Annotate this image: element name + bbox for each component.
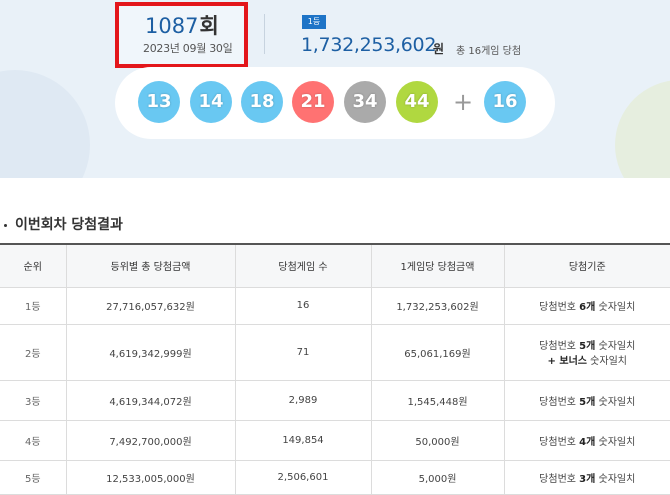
cell-per-game: 50,000원: [371, 420, 505, 461]
bullet-icon: [4, 223, 7, 227]
number-ball: 18: [241, 81, 283, 123]
table-row: 2등 4,619,342,999원 71 65,061,169원 당첨번호 5개…: [0, 324, 670, 381]
number-ball: 44: [396, 81, 438, 123]
cell-per-game: 65,061,169원: [371, 324, 505, 381]
cell-total: 7,492,700,000원: [66, 420, 236, 461]
draw-date: 2023년 09월 30일: [143, 42, 233, 55]
table-row: 1등 27,716,057,632원 16 1,732,253,602원 당첨번…: [0, 287, 670, 325]
cell-total: 4,619,344,072원: [66, 380, 236, 421]
round-number: 1087회: [145, 14, 219, 38]
decorative-circle: [615, 80, 670, 178]
prize-unit: 원: [433, 42, 445, 56]
number-ball: 13: [138, 81, 180, 123]
cell-criteria: 당첨번호 5개 숫자일치: [504, 380, 670, 421]
header-rank: 순위: [0, 243, 67, 288]
table-row: 4등 7,492,700,000원 149,854 50,000원 당첨번호 4…: [0, 420, 670, 461]
cell-total: 27,716,057,632원: [66, 287, 236, 325]
cell-criteria: 당첨번호 6개 숫자일치: [504, 287, 670, 325]
cell-criteria: 당첨번호 4개 숫자일치: [504, 420, 670, 461]
table-row: 3등 4,619,344,072원 2,989 1,545,448원 당첨번호 …: [0, 380, 670, 421]
cell-games: 16: [235, 287, 372, 325]
cell-per-game: 1,545,448원: [371, 380, 505, 421]
rank-badge: 1등: [302, 15, 326, 29]
cell-games: 149,854: [235, 420, 372, 461]
cell-rank: 1등: [0, 287, 67, 325]
divider: [264, 14, 265, 54]
winners-count: 총 16게임 당첨: [456, 46, 522, 57]
number-ball: 14: [190, 81, 232, 123]
cell-criteria: 당첨번호 5개 숫자일치 + 보너스 숫자일치: [504, 324, 670, 381]
header-criteria: 당첨기준: [504, 243, 670, 288]
header-total: 등위별 총 당첨금액: [66, 243, 236, 288]
number-ball: 21: [292, 81, 334, 123]
cell-total: 4,619,342,999원: [66, 324, 236, 381]
first-prize-amount: 1,732,253,602: [301, 34, 437, 56]
cell-rank: 2등: [0, 324, 67, 381]
section-title: 이번회차 당첨결과: [4, 214, 123, 234]
cell-games: 71: [235, 324, 372, 381]
number-ball: 34: [344, 81, 386, 123]
cell-per-game: 1,732,253,602원: [371, 287, 505, 325]
plus-icon: +: [453, 88, 474, 116]
table-header-row: 순위 등위별 총 당첨금액 당첨게임 수 1게임당 당첨금액 당첨기준: [0, 243, 670, 288]
cell-rank: 3등: [0, 380, 67, 421]
bonus-ball: 16: [484, 81, 526, 123]
cell-rank: 4등: [0, 420, 67, 461]
results-table: 순위 등위별 총 당첨금액 당첨게임 수 1게임당 당첨금액 당첨기준 1등 2…: [0, 243, 670, 495]
header-per-game: 1게임당 당첨금액: [371, 243, 505, 288]
header-games: 당첨게임 수: [235, 243, 372, 288]
cell-games: 2,989: [235, 380, 372, 421]
decorative-circle: [0, 70, 90, 178]
